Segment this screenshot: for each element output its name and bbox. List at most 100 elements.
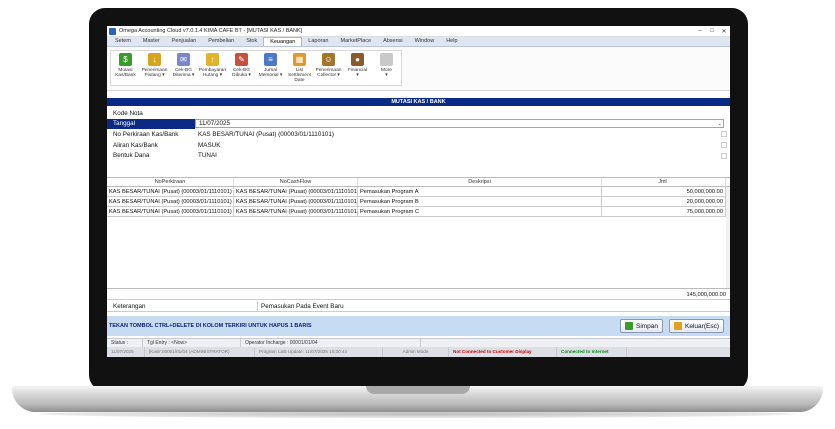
menu-bar: Setem Master Penjualan Pembelian Stok Keuanga… [107, 37, 730, 47]
checkbox[interactable] [721, 131, 727, 138]
aliran-input[interactable]: MASUK [195, 142, 721, 149]
field-tanggal[interactable]: Tanggal 11/07/2025 ⌄ [107, 118, 730, 130]
field-kode-nota[interactable]: Kode Nota [107, 108, 730, 119]
grid-total: 145,000,000.00 [107, 291, 730, 300]
field-bentuk-dana[interactable]: Bentuk Dana TUNAI [107, 150, 730, 161]
scrollbar[interactable] [726, 187, 730, 288]
table-row[interactable]: KAS BESAR/TUNAI (Pusat) (00003/01/111010… [107, 207, 730, 217]
ribbon-button-cheque-out[interactable]: ✎ Cek-BG Dibuka ▾ [227, 51, 256, 85]
laptop-notch [366, 386, 470, 394]
field-aliran[interactable]: Aliran Kas/Bank MASUK [107, 140, 730, 151]
ribbon-button-collector[interactable]: ☺ Penerimaan Collector ▾ [314, 51, 343, 85]
ribbon-button-receive[interactable]: ↓ Penerimaan Piutang ▾ [140, 51, 169, 85]
close-button[interactable]: ✕ [718, 28, 730, 35]
status-internet: Connected to Internet [557, 347, 627, 357]
table-cell[interactable]: KAS BESAR/TUNAI (Pusat) (00003/01/111010… [234, 187, 358, 196]
title-bar: Omega Accounting Cloud v7.0.1.4 KIMA CAF… [107, 26, 730, 37]
menu-marketplace[interactable]: MarketPlace [334, 37, 377, 46]
table-cell[interactable]: KAS BESAR/TUNAI (Pusat) (00003/01/111010… [107, 197, 234, 206]
menu-setem[interactable]: Setem [109, 37, 137, 46]
ribbon: $ Mutasi Kas/Bank ↓ Penerimaan Piutang ▾ ✉ Ce… [107, 47, 730, 91]
menu-laporan[interactable]: Laporan [302, 37, 334, 46]
column-header[interactable]: NoPerkiraan [107, 178, 234, 186]
tanggal-value: 11/07/2025 [199, 120, 231, 128]
field-keterangan[interactable]: Keterangan Pemasukan Pada Event Baru [107, 301, 730, 312]
table-cell[interactable]: 75,000,000.00 [602, 207, 726, 216]
table-cell[interactable]: Pemasukan Program C [358, 207, 602, 216]
status-user: [Kasir:00001/01/04 (ADMINISTRATOR) [145, 347, 255, 357]
status-mode: Admin Mode [383, 347, 449, 357]
save-button[interactable]: Simpan [619, 319, 664, 333]
table-cell[interactable]: KAS BESAR/TUNAI (Pusat) (00003/01/111010… [234, 207, 358, 216]
ribbon-label: Mutasi Kas/Bank [115, 68, 136, 79]
menu-keuangan[interactable]: Keuangan [263, 37, 303, 46]
column-header[interactable]: Jml [602, 178, 726, 186]
menu-master[interactable]: Master [137, 37, 166, 46]
field-label: Kode Nota [113, 109, 143, 117]
ribbon-label: Penerimaan Piutang ▾ [141, 68, 168, 79]
action-bar: TEKAN TOMBOL CTRL+DELETE DI KOLOM TERKIR… [107, 316, 730, 336]
exit-button[interactable]: Keluar(Esc) [669, 319, 724, 333]
ribbon-label: List Settlement Date [288, 68, 311, 84]
hint-text: TEKAN TOMBOL CTRL+DELETE DI KOLOM TERKIR… [109, 323, 312, 329]
cheque-in-icon: ✉ [177, 53, 190, 66]
minimize-button[interactable]: ‒ [694, 28, 706, 34]
table-cell[interactable]: Pemasukan Program B [358, 197, 602, 206]
status-bar-entry: Status : Entry Tgl Entry : <Now> Operato… [107, 338, 730, 355]
field-no-perkiraan[interactable]: No Perkiraan Kas/Bank KAS BESAR/TUNAI (P… [107, 129, 730, 140]
chevron-down-icon[interactable]: ⌄ [718, 120, 722, 128]
ribbon-button-calendar[interactable]: ▦ List Settlement Date [285, 51, 314, 85]
receive-icon: ↓ [148, 53, 161, 66]
bentuk-dana-input[interactable]: TUNAI [195, 152, 721, 159]
ribbon-label: Cek-BG Dibuka ▾ [232, 68, 251, 79]
menu-absensi[interactable]: Absensi [377, 37, 409, 46]
status-operator: Operator Incharge : 00001/01/04 [241, 339, 421, 347]
table-cell[interactable]: 20,000,000.00 [602, 197, 726, 206]
table-row[interactable]: KAS BESAR/TUNAI (Pusat) (00003/01/111010… [107, 197, 730, 207]
status-tgl-entry: Tgl Entry : <Now> [143, 339, 241, 347]
field-label: Aliran Kas/Bank [113, 141, 158, 149]
no-perkiraan-input[interactable]: KAS BESAR/TUNAI (Pusat) (00003/01/111010… [195, 131, 721, 138]
ribbon-button-payment[interactable]: ↑ Pembayaran Hutang ▾ [198, 51, 227, 85]
ribbon-button-journal[interactable]: ≡ Jurnal Memorial ▾ [256, 51, 285, 85]
keterangan-input[interactable]: Pemasukan Pada Event Baru [257, 301, 730, 312]
coins-icon: ● [351, 53, 364, 66]
header-fields: Kode Nota Tanggal 11/07/2025 ⌄ No Perkira… [107, 108, 730, 161]
grid-body: KAS BESAR/TUNAI (Pusat) (00003/01/111010… [107, 187, 730, 217]
grid-header: NoPerkiraan NoCashFlow Deskripsi Jml [107, 178, 730, 187]
exit-label: Keluar(Esc) [685, 322, 719, 330]
menu-window[interactable]: Window [409, 37, 441, 46]
table-cell[interactable]: KAS BESAR/TUNAI (Pusat) (00003/01/111010… [234, 197, 358, 206]
tanggal-input[interactable]: 11/07/2025 ⌄ [195, 119, 724, 129]
field-label: Tanggal [107, 118, 195, 130]
checkbox[interactable] [721, 152, 727, 159]
ribbon-label: Cek-BG Diterima ▾ [172, 68, 195, 79]
ribbon-label: Jurnal Memorial ▾ [258, 68, 283, 79]
column-header[interactable]: NoCashFlow [234, 178, 358, 186]
ribbon-button-coins[interactable]: ● Financial ▾ [343, 51, 372, 85]
table-cell[interactable]: 50,000,000.00 [602, 187, 726, 196]
menu-penjualan[interactable]: Penjualan [166, 37, 202, 46]
table-cell[interactable]: KAS BESAR/TUNAI (Pusat) (00003/01/111010… [107, 187, 234, 196]
window-title: Omega Accounting Cloud v7.0.1.4 KIMA CAF… [119, 28, 303, 34]
menu-help[interactable]: Help [440, 37, 463, 46]
save-icon [624, 322, 633, 330]
ribbon-label: Financial ▾ [347, 68, 368, 79]
menu-stok[interactable]: Stok [240, 37, 263, 46]
form-title: MUTASI KAS / BANK [107, 98, 730, 106]
ribbon-button-cheque-in[interactable]: ✉ Cek-BG Diterima ▾ [169, 51, 198, 85]
table-cell[interactable]: KAS BESAR/TUNAI (Pusat) (00003/01/111010… [107, 207, 234, 216]
exit-icon [674, 322, 683, 330]
cheque-out-icon: ✎ [235, 53, 248, 66]
maximize-button[interactable]: □ [706, 28, 718, 34]
table-cell[interactable]: Pemasukan Program A [358, 187, 602, 196]
column-header[interactable]: Deskripsi [358, 178, 602, 186]
checkbox[interactable] [721, 142, 727, 149]
menu-pembelian[interactable]: Pembelian [202, 37, 240, 46]
ribbon-label: Pembayaran Hutang ▾ [198, 68, 227, 79]
ribbon-button-more[interactable]: More ▾ [372, 51, 401, 85]
ribbon-button-money[interactable]: $ Mutasi Kas/Bank [111, 51, 140, 85]
table-row[interactable]: KAS BESAR/TUNAI (Pusat) (00003/01/111010… [107, 187, 730, 197]
journal-icon: ≡ [264, 53, 277, 66]
collector-icon: ☺ [322, 53, 335, 66]
